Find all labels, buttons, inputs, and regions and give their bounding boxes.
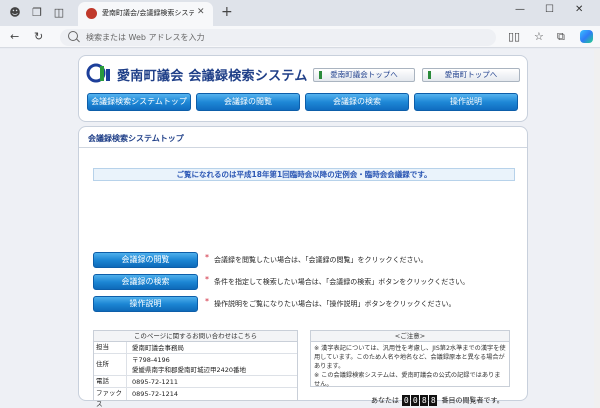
nav-tab-help[interactable]: 操作説明 [414,93,518,111]
main-content: 会議録検索システムトップ ご覧になれるのは平成18年第1回臨時会以降の定例会・臨… [78,126,528,408]
site-header: 愛南町議会 会議録検索システム 愛南町議会トップへ 愛南町トップへ 会議録検索シ… [78,55,528,122]
split-screen-icon[interactable]: ▯▯ [508,29,520,45]
page-viewport: 愛南町議会 会議録検索システム 愛南町議会トップへ 愛南町トップへ 会議録検索シ… [0,49,594,408]
browser-tab[interactable]: 愛南町議会/会議録検索システム ✕ [78,2,213,26]
search-minutes-button[interactable]: 会議録の検索 [93,274,198,290]
profile-icon[interactable]: ☻ [8,6,22,20]
link-marker-icon [319,71,322,79]
town-top-label: 愛南町トップへ [444,70,498,79]
contact-row: ファックス 0895-72-1214 [94,388,297,408]
nav-tab-search[interactable]: 会議録の検索 [305,93,409,111]
contact-label: 住所 [94,354,127,375]
counter-digit: 8 [429,395,438,406]
caution-body: ※ 漢字表記については、汎用性を考慮し、JIS第2水準までの漢字を使用しています… [311,342,509,391]
copilot-icon[interactable] [580,30,593,43]
counter-prefix: あなたは [371,396,399,405]
visitor-counter: あなたは 0088 番目の閲覧者です。 [371,395,504,406]
contact-value: 0895-72-1214 [132,390,179,398]
browse-description: 会議録を閲覧したい場合は、「会議録の閲覧」をクリックください。 [214,256,428,264]
bullet-star-icon: * [205,275,209,284]
caution-box: <ご注意> ※ 漢字表記については、汎用性を考慮し、JIS第2水準までの漢字を使… [310,330,510,388]
maximize-icon[interactable]: ☐ [545,4,554,15]
search-description: 条件を指定して検索したい場合は、「会議録の検索」ボタンをクリックください。 [214,278,470,286]
collections-icon[interactable]: ⧉ [557,29,565,45]
council-top-link[interactable]: 愛南町議会トップへ [313,68,415,82]
town-logo-icon [86,63,110,83]
bullet-star-icon: * [205,253,209,262]
contact-value: 愛南町議会事務局 [132,344,184,352]
window-close-icon[interactable]: ✕ [575,4,583,15]
contact-value-address: 愛媛県南宇和郡愛南町城辺甲2420番地 [132,366,247,374]
counter-suffix: 番目の閲覧者です。 [441,396,504,405]
page-scrollbar[interactable] [594,49,600,408]
contact-row: 電話 0895-72-1211 [94,376,297,388]
caution-line: ※ この会議録検索システムは、愛南町議会の公式の記録ではありません。 [314,372,501,388]
tab-title: 愛南町議会/会議録検索システム [102,9,194,17]
contact-heading: このページに関するお問い合わせはこちら [94,331,297,342]
workspaces-icon[interactable]: ❐ [30,6,44,20]
favorites-icon[interactable]: ☆ [534,29,544,45]
help-description: 操作説明をご覧になりたい場合は、「操作説明」ボタンをクリックください。 [214,300,456,308]
contact-label: 担当 [94,342,127,353]
minimize-icon[interactable]: — [515,4,525,15]
new-tab-icon[interactable]: + [221,5,233,19]
tab-actions-icon[interactable]: ◫ [52,6,66,20]
counter-digit: 0 [402,395,411,406]
contact-table: このページに関するお問い合わせはこちら 担当 愛南町議会事務局 住所 〒798-… [93,330,298,408]
page-title: 会議録検索システムトップ [88,134,184,143]
address-bar[interactable]: 検索または Web アドレスを入力 [60,29,496,46]
site-title: 愛南町議会 会議録検索システム [117,69,308,84]
nav-tab-browse[interactable]: 会議録の閲覧 [196,93,300,111]
contact-label: ファックス [94,388,127,408]
browser-toolbar: ← ↻ 検索または Web アドレスを入力 ▯▯ ☆ ⧉ [0,26,600,48]
council-top-label: 愛南町議会トップへ [330,70,398,79]
tab-bar: ☻ ❐ ◫ 愛南町議会/会議録検索システム ✕ + — ☐ ✕ [0,0,600,26]
contact-row: 担当 愛南町議会事務局 [94,342,297,354]
caution-heading: <ご注意> [311,331,509,342]
caution-line: ※ 漢字表記については、汎用性を考慮し、JIS第2水準までの漢字を使用しています… [314,345,506,370]
contact-value: 0895-72-1211 [132,378,179,386]
contact-row: 住所 〒798-4196 愛媛県南宇和郡愛南町城辺甲2420番地 [94,354,297,376]
back-icon[interactable]: ← [10,29,19,45]
search-icon [68,31,78,41]
availability-notice: ご覧になれるのは平成18年第1回臨時会以降の定例会・臨時会会議録です。 [93,168,515,181]
address-placeholder: 検索または Web アドレスを入力 [86,33,205,42]
counter-digit: 8 [420,395,429,406]
contact-value: 〒798-4196 [132,356,170,364]
nav-tab-top[interactable]: 会議録検索システムトップ [87,93,191,111]
tab-close-icon[interactable]: ✕ [197,7,205,17]
favicon-icon [86,8,97,19]
browse-minutes-button[interactable]: 会議録の閲覧 [93,252,198,268]
counter-digit: 0 [411,395,420,406]
bullet-star-icon: * [205,297,209,306]
contact-label: 電話 [94,376,127,387]
title-divider [79,147,527,148]
town-top-link[interactable]: 愛南町トップへ [422,68,520,82]
help-button[interactable]: 操作説明 [93,296,198,312]
counter-digits: 0088 [402,395,438,406]
refresh-icon[interactable]: ↻ [34,29,43,45]
link-marker-icon [428,71,431,79]
